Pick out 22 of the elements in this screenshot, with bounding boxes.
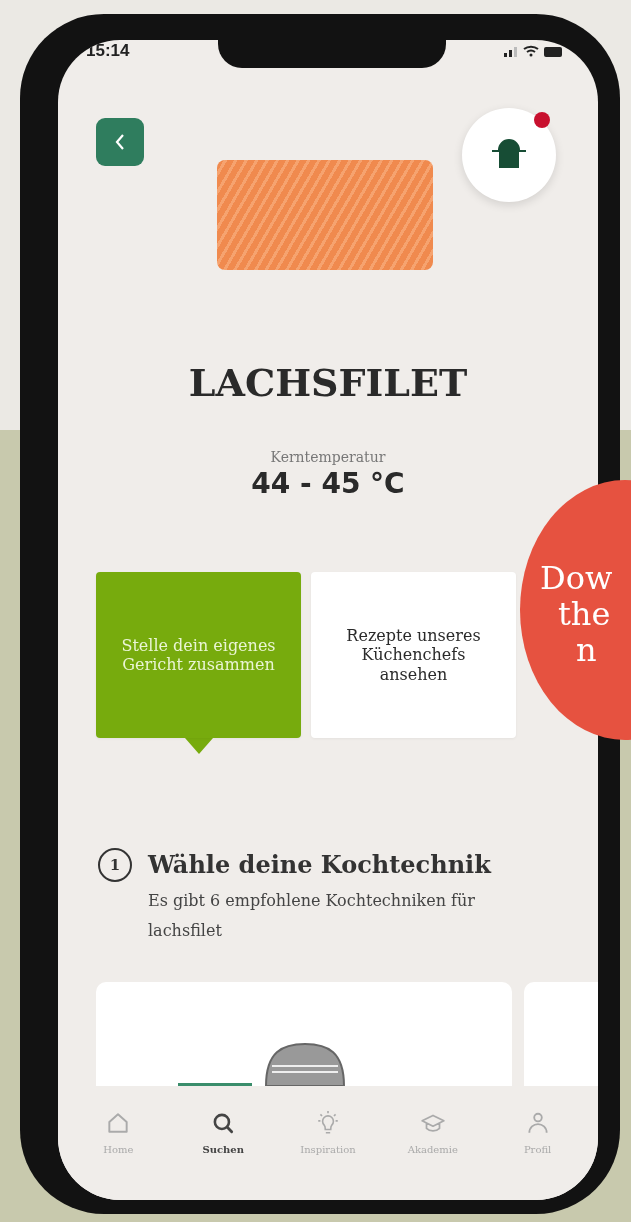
sticker-text: Dow	[540, 560, 613, 596]
back-button[interactable]	[96, 118, 144, 166]
temperature-label: Kerntemperatur	[269, 449, 387, 465]
technique-card[interactable]	[96, 982, 512, 1086]
status-icons	[504, 44, 564, 58]
temperature-value: 44 - 45 °C	[250, 467, 406, 500]
tab-pointer	[184, 738, 213, 754]
nav-item[interactable]: Home	[73, 1110, 164, 1155]
option-tab[interactable]: Stelle dein eigenes Gericht zusammen	[96, 572, 301, 738]
nav-item[interactable]: Inspiration	[283, 1110, 373, 1155]
step-subtitle: Es gibt 6 empfohlene Kochtechniken für lachsfilet	[148, 890, 476, 942]
product-title: LACHSFILET	[187, 360, 469, 405]
sticker-text: the	[558, 596, 611, 632]
sticker-text: n	[576, 632, 597, 668]
nav-item[interactable]: Suchen	[178, 1110, 269, 1155]
chevron-left-icon	[113, 132, 127, 152]
option-tab[interactable]: Rezepte unseres Küchenchefs ansehen	[311, 572, 516, 738]
nav-item[interactable]: Akademie	[387, 1110, 478, 1155]
step-title: Wähle deine Kochtechnik	[148, 849, 491, 881]
step-number: 1	[98, 848, 132, 882]
nav-item[interactable]: Profil	[492, 1110, 583, 1155]
lightbulb-icon	[315, 1110, 341, 1136]
